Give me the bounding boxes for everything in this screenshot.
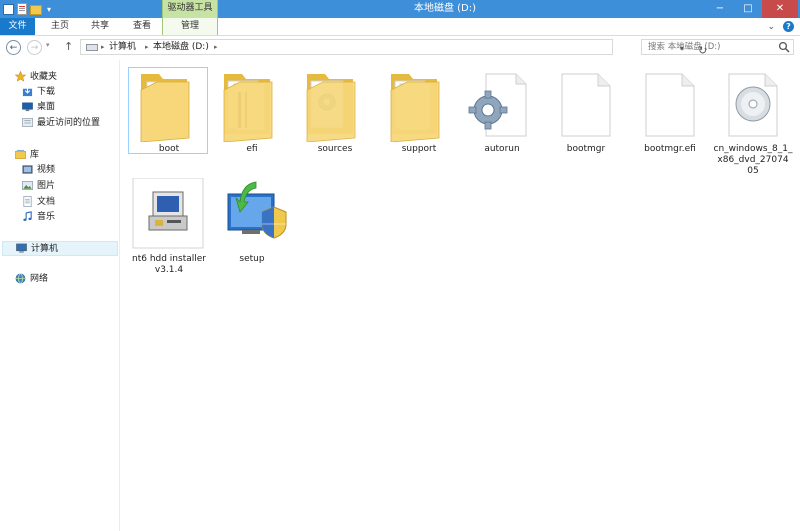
drive-tools-context-header: 驱动器工具 <box>162 0 218 18</box>
pictures-icon <box>22 181 33 190</box>
window-icon[interactable] <box>3 3 14 15</box>
tab-manage[interactable]: 管理 <box>162 18 218 35</box>
file-name: nt6 hdd installer v3.1.4 <box>132 254 206 275</box>
file-name: bootmgr <box>566 144 606 154</box>
video-icon <box>22 165 33 174</box>
file-name: efi <box>246 144 258 154</box>
title-bar: ▾ 驱动器工具 本地磁盘 (D:) − □ ✕ <box>0 0 800 18</box>
expand-ribbon-button[interactable]: ⌄ <box>767 22 775 32</box>
nav-item-documents[interactable]: 文档 <box>0 195 118 209</box>
drive-icon <box>86 44 98 51</box>
settings-file-icon <box>468 73 527 137</box>
maximize-button[interactable]: □ <box>734 0 762 18</box>
ribbon-tabs: 文件 主页 共享 查看 管理 ⌄ ? <box>0 18 800 36</box>
breadcrumb-separator[interactable]: ▸ <box>214 40 218 54</box>
nav-network[interactable]: 网络 <box>0 272 118 286</box>
nav-computer[interactable]: 计算机 <box>2 241 118 256</box>
nav-item-music[interactable]: 音乐 <box>0 210 118 224</box>
computer-icon <box>16 243 27 253</box>
breadcrumb-computer[interactable]: 计算机 <box>109 40 136 54</box>
libraries-icon <box>15 149 26 159</box>
nav-item-label: 音乐 <box>37 212 56 222</box>
close-button[interactable]: ✕ <box>762 0 798 18</box>
up-button[interactable]: ↑ <box>64 40 73 53</box>
nav-item-pictures[interactable]: 图片 <box>0 179 118 193</box>
nav-computer-label: 计算机 <box>31 244 59 254</box>
tab-file[interactable]: 文件 <box>0 18 35 35</box>
tab-home[interactable]: 主页 <box>42 18 78 35</box>
nav-item-label: 下载 <box>37 87 56 97</box>
window-controls: − □ ✕ <box>706 0 798 18</box>
disc-image-icon <box>728 73 778 137</box>
favorites-star-icon <box>15 71 26 82</box>
ribbon-right-controls: ⌄ ? <box>767 18 794 35</box>
nav-favorites[interactable]: 收藏夹 <box>0 70 118 84</box>
breadcrumb-separator[interactable]: ▸ <box>145 40 149 54</box>
file-name: cn_windows_8_1_x86_dvd_27074 05 <box>713 144 793 176</box>
address-bar[interactable]: ▸ 计算机 ▸ 本地磁盘 (D:) ▸ ▾ ↻ <box>80 39 707 57</box>
navigation-pane: 收藏夹 下载 桌面 最近访问的位置 库 视频 图片 文档 音乐 计算机 网络 <box>0 60 120 531</box>
file-name: autorun <box>484 144 520 154</box>
file-icon <box>645 73 695 137</box>
tab-view[interactable]: 查看 <box>124 18 160 35</box>
recent-places-icon <box>22 118 33 127</box>
back-button[interactable]: ← <box>6 40 21 55</box>
folder-icon <box>223 74 273 142</box>
help-icon[interactable]: ? <box>783 21 794 32</box>
folder-icon <box>140 74 190 142</box>
download-icon <box>22 86 33 97</box>
installer-icon <box>132 178 204 249</box>
file-name: sources <box>317 144 353 154</box>
nav-item-downloads[interactable]: 下载 <box>0 85 118 99</box>
search-input[interactable] <box>642 40 776 54</box>
minimize-button[interactable]: − <box>706 0 734 18</box>
nav-favorites-label: 收藏夹 <box>30 72 58 82</box>
folder-icon <box>306 74 356 142</box>
nav-item-label: 图片 <box>37 181 56 191</box>
new-folder-icon[interactable] <box>30 5 42 15</box>
file-name: setup <box>239 254 265 264</box>
tab-share[interactable]: 共享 <box>80 18 120 35</box>
breadcrumb-drive[interactable]: 本地磁盘 (D:) <box>153 40 209 54</box>
search-box[interactable] <box>641 39 794 55</box>
nav-libraries[interactable]: 库 <box>0 148 118 162</box>
nav-libraries-label: 库 <box>30 150 40 160</box>
nav-item-label: 视频 <box>37 165 56 175</box>
recent-locations-dropdown[interactable]: ▾ <box>46 41 50 49</box>
setup-icon <box>227 181 287 239</box>
file-name: support <box>401 144 437 154</box>
nav-item-label: 桌面 <box>37 102 56 112</box>
nav-item-label: 最近访问的位置 <box>37 118 101 128</box>
nav-item-desktop[interactable]: 桌面 <box>0 100 118 114</box>
quick-access-toolbar: ▾ <box>3 2 53 16</box>
desktop-icon <box>22 102 33 112</box>
properties-icon[interactable] <box>17 3 27 15</box>
window-title: 本地磁盘 (D:) <box>413 3 477 14</box>
music-icon <box>23 211 32 221</box>
nav-item-recent-places[interactable]: 最近访问的位置 <box>0 116 118 130</box>
file-list: boot efi sources support autorun bootmgr… <box>120 60 800 531</box>
nav-item-videos[interactable]: 视频 <box>0 163 118 177</box>
nav-network-label: 网络 <box>30 274 49 284</box>
file-name: bootmgr.efi <box>644 144 696 154</box>
search-icon[interactable] <box>778 41 790 53</box>
breadcrumb-separator[interactable]: ▸ <box>101 40 105 54</box>
network-icon <box>15 273 26 284</box>
nav-item-label: 文档 <box>37 197 56 207</box>
forward-button[interactable]: → <box>27 40 42 55</box>
folder-icon <box>390 74 440 142</box>
file-icon <box>561 73 611 137</box>
file-name: boot <box>158 144 180 154</box>
documents-icon <box>23 196 32 207</box>
customize-toolbar-dropdown-icon[interactable]: ▾ <box>45 4 53 15</box>
address-row: ← → ▾ ↑ ▸ 计算机 ▸ 本地磁盘 (D:) ▸ ▾ ↻ <box>0 36 800 60</box>
